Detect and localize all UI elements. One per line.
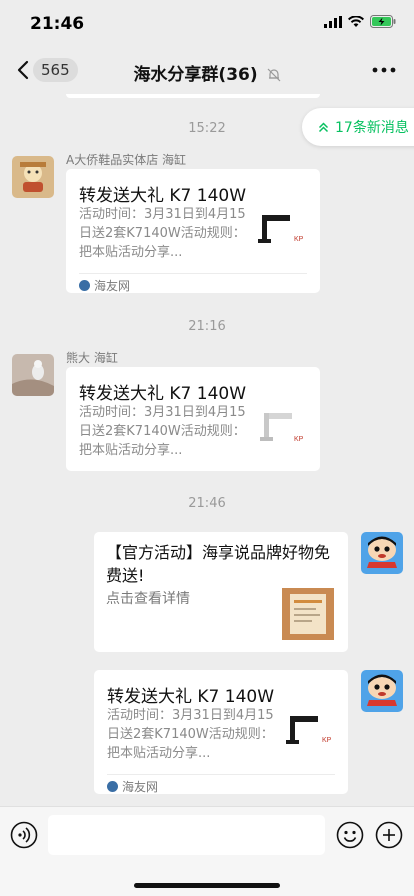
timestamp: 15:22: [188, 121, 226, 136]
card-title: 转发送大礼 K7 140W: [107, 687, 275, 707]
card-description: 点击查看详情: [106, 591, 190, 607]
my-avatar[interactable]: [361, 532, 403, 574]
svg-text:KP: KP: [294, 236, 304, 243]
card-divider: [107, 774, 335, 775]
status-bar: 21:46: [0, 0, 414, 48]
signal-icon: [324, 15, 342, 28]
card-description: 活动时间：3月31日到4月15日送2套K7140W活动规则：把本贴活动分享...: [79, 207, 246, 260]
voice-input-icon[interactable]: [10, 821, 38, 849]
chat-header: 565 海水分享群(36): [0, 48, 414, 94]
link-card[interactable]: 转发送大礼 K7 140W 活动时间：3月31日到4月15日送2套K7140W活…: [94, 670, 348, 794]
home-indicator[interactable]: [134, 883, 280, 888]
link-card[interactable]: 【官方活动】海享说品牌好物免费送! 点击查看详情: [94, 532, 348, 652]
card-title: 转发送大礼 K7 140W: [79, 384, 247, 404]
svg-text:KP: KP: [294, 436, 304, 443]
card-title: 【官方活动】海享说品牌好物免费送!: [106, 543, 331, 585]
product-thumbnail: KP: [260, 413, 304, 443]
timestamp: 21:16: [188, 319, 226, 334]
battery-charging-icon: [370, 15, 396, 28]
plus-icon[interactable]: [375, 821, 403, 849]
source-name: 海友网: [122, 780, 159, 794]
sender-name: A大侨鞋品实体店 海缸: [66, 153, 187, 167]
product-thumbnail: KP: [258, 215, 304, 243]
more-options-icon[interactable]: [370, 60, 398, 80]
link-card[interactable]: 转发送大礼 K7 140W 活动时间：3月31日到4月15日送2套K7140W活…: [66, 367, 320, 471]
mute-bell-icon: [267, 68, 280, 82]
emoji-icon[interactable]: [336, 821, 364, 849]
input-bar: [0, 806, 414, 896]
svg-text:KP: KP: [322, 737, 332, 744]
chat-messages[interactable]: 17条新消息 15:22 A大侨鞋品实体店 海缸 转发送大礼 K7 140W 活…: [0, 94, 414, 806]
avatar[interactable]: [12, 156, 54, 198]
message-input[interactable]: [48, 815, 325, 855]
card-divider: [79, 273, 307, 274]
chat-title: 海水分享群(36): [133, 65, 258, 85]
status-icons: [324, 15, 396, 28]
source-logo-icon: [107, 781, 118, 792]
source-logo-icon: [79, 280, 90, 291]
card-source: 海友网: [107, 778, 158, 795]
promo-thumbnail: [282, 588, 334, 640]
product-thumbnail: KP: [286, 716, 332, 744]
sender-name: 熊大 海缸: [66, 351, 118, 365]
wifi-icon: [348, 15, 364, 27]
link-card[interactable]: 转发送大礼 K7 140W 活动时间：3月31日到4月15日送2套K7140W活…: [66, 169, 320, 293]
my-avatar[interactable]: [361, 670, 403, 712]
card-title: 转发送大礼 K7 140W: [79, 186, 247, 206]
card-description: 活动时间：3月31日到4月15日送2套K7140W活动规则：把本贴活动分享...: [107, 708, 274, 761]
source-name: 海友网: [94, 279, 131, 293]
timestamp: 21:46: [188, 496, 226, 511]
card-description: 活动时间：3月31日到4月15日送2套K7140W活动规则：把本贴活动分享...: [79, 405, 246, 458]
previous-message-edge: [66, 94, 320, 98]
status-time: 21:46: [30, 14, 85, 34]
chat-title-wrap: 海水分享群(36): [0, 60, 414, 85]
card-source: 海友网: [79, 277, 130, 294]
avatar[interactable]: [12, 354, 54, 396]
